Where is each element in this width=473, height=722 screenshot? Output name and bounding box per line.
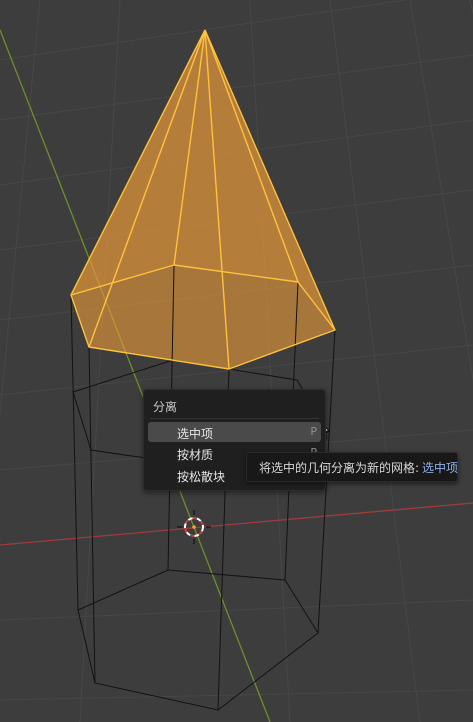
menu-separator <box>150 418 319 419</box>
menu-item-label: 按松散块 <box>177 470 226 484</box>
menu-title: 分离 <box>153 400 178 414</box>
selected-cone-faces <box>71 30 335 369</box>
tooltip: 将选中的几何分离为新的网格: 选中项 <box>246 452 458 482</box>
menu-item-shortcut: P <box>310 425 317 438</box>
menu-item-label: 按材质 <box>177 448 214 462</box>
3d-viewport[interactable] <box>0 0 473 722</box>
menu-item-selection[interactable]: 选中项 P <box>148 422 321 442</box>
tooltip-value: 选中项 <box>422 460 459 475</box>
tooltip-text: 将选中的几何分离为新的网格: <box>259 460 420 475</box>
x-axis-line <box>0 502 473 546</box>
menu-item-label: 选中项 <box>177 427 214 441</box>
